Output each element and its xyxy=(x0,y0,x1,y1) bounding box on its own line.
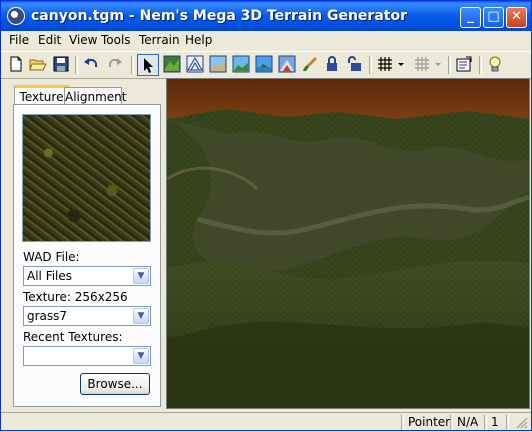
chevron-down-icon[interactable]: ▼ xyxy=(133,268,149,284)
terrain-view-1-icon[interactable] xyxy=(163,55,181,73)
terrain-render xyxy=(167,79,529,408)
minimize-button[interactable]: _ xyxy=(460,7,481,28)
status-mode: Pointer xyxy=(408,415,451,429)
terrain-view-3-icon[interactable] xyxy=(209,55,227,73)
grid-alt-dropdown-icon[interactable] xyxy=(433,55,443,73)
app-window: canyon.tgm - Nem's Mega 3D Terrain Gener… xyxy=(0,0,532,431)
terrain-view-5-icon[interactable] xyxy=(255,55,273,73)
status-divider xyxy=(401,415,404,430)
toolbar-separator xyxy=(479,56,482,74)
toolbar-separator xyxy=(369,56,372,74)
grid-icon[interactable] xyxy=(376,55,394,73)
save-icon[interactable] xyxy=(52,55,70,73)
new-file-icon[interactable] xyxy=(7,55,25,73)
title-bar[interactable]: canyon.tgm - Nem's Mega 3D Terrain Gener… xyxy=(1,1,531,31)
menu-help[interactable]: Help xyxy=(185,33,212,47)
terrain-view-6-icon[interactable] xyxy=(278,55,296,73)
resize-grip-icon[interactable] xyxy=(515,416,528,429)
status-divider xyxy=(450,415,453,430)
close-button[interactable]: ✕ xyxy=(506,7,527,28)
texture-value: grass7 xyxy=(27,309,68,323)
toolbar-separator xyxy=(448,56,451,74)
open-folder-icon[interactable] xyxy=(29,55,47,73)
chevron-down-icon[interactable]: ▼ xyxy=(133,308,149,324)
properties-icon[interactable] xyxy=(455,55,473,73)
window-title: canyon.tgm - Nem's Mega 3D Terrain Gener… xyxy=(31,8,407,24)
menu-tools[interactable]: Tools xyxy=(101,33,131,47)
toolbar-separator xyxy=(75,56,78,74)
menu-terrain[interactable]: Terrain xyxy=(139,33,180,47)
unlock-icon[interactable] xyxy=(345,55,363,73)
terrain-3d-viewport[interactable] xyxy=(166,78,530,409)
lock-icon[interactable] xyxy=(323,55,341,73)
texture-size-label: Texture: 256x256 xyxy=(23,290,128,304)
redo-icon[interactable] xyxy=(106,55,124,73)
toolbar-separator xyxy=(131,56,134,74)
paint-brush-icon[interactable] xyxy=(301,55,319,73)
toolbar xyxy=(1,51,531,79)
status-divider xyxy=(506,415,509,430)
undo-icon[interactable] xyxy=(82,55,100,73)
lightbulb-icon[interactable] xyxy=(486,55,504,73)
status-bar: Pointer N/A 1 xyxy=(1,412,531,432)
recent-textures-label: Recent Textures: xyxy=(23,330,123,344)
chevron-down-icon[interactable]: ▼ xyxy=(133,348,149,364)
grid-alt-icon[interactable] xyxy=(413,55,431,73)
browse-button[interactable]: Browse... xyxy=(80,373,150,395)
menu-edit[interactable]: Edit xyxy=(38,33,61,47)
texture-preview xyxy=(22,114,151,242)
wad-file-label: WAD File: xyxy=(23,250,80,264)
texture-select[interactable]: grass7 ▼ xyxy=(23,306,151,326)
maximize-button[interactable]: □ xyxy=(483,7,504,28)
menu-file[interactable]: File xyxy=(9,33,29,47)
terrain-view-2-icon[interactable] xyxy=(186,55,204,73)
status-coordinates: N/A xyxy=(457,415,479,429)
wad-file-select[interactable]: All Files ▼ xyxy=(23,266,151,286)
grid-dropdown-icon[interactable] xyxy=(396,55,406,73)
status-count: 1 xyxy=(491,415,499,429)
recent-textures-select[interactable]: ▼ xyxy=(23,346,151,366)
menu-view[interactable]: View xyxy=(69,33,97,47)
pointer-icon xyxy=(144,58,153,73)
terrain-view-4-icon[interactable] xyxy=(232,55,250,73)
pointer-tool-button[interactable] xyxy=(137,54,159,76)
wad-file-value: All Files xyxy=(27,269,73,283)
status-divider xyxy=(484,415,487,430)
app-icon[interactable] xyxy=(7,7,25,25)
menu-bar: File Edit View Tools Terrain Help xyxy=(1,31,531,50)
